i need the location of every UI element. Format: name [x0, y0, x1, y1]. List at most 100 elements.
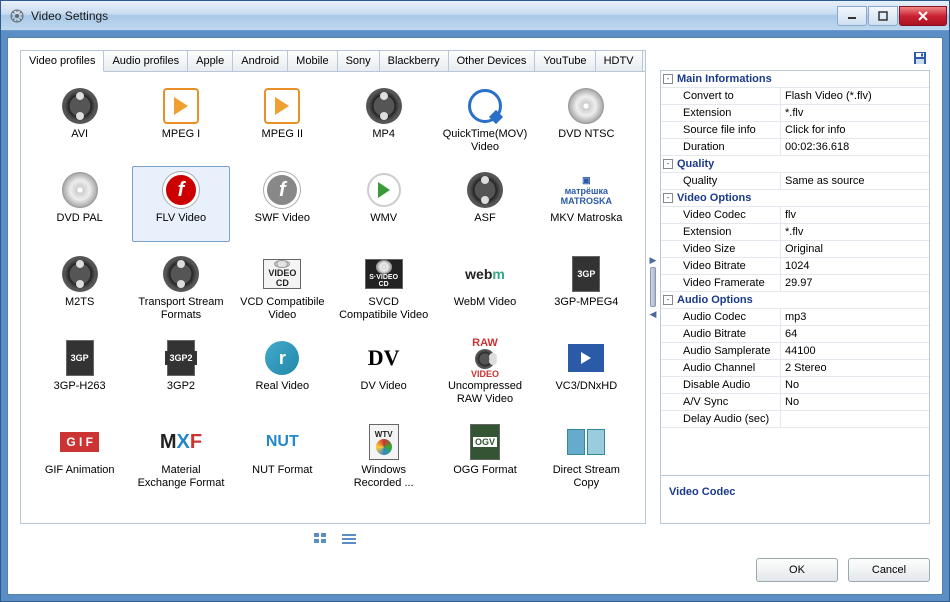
titlebar[interactable]: Video Settings [1, 1, 949, 31]
prop-value[interactable]: Original [781, 241, 929, 257]
format-item-dvd-ntsc[interactable]: DVD NTSC [538, 82, 635, 158]
prop-value[interactable]: flv [781, 207, 929, 223]
collapse-icon[interactable]: - [663, 193, 673, 203]
format-item-avi[interactable]: AVI [31, 82, 128, 158]
format-item-gif-animation[interactable]: G I FGIF Animation [31, 418, 128, 494]
prop-value[interactable]: Click for info [781, 122, 929, 138]
prop-value[interactable]: Same as source [781, 173, 929, 189]
format-item-dvd-pal[interactable]: DVD PAL [31, 166, 128, 242]
prop-value[interactable]: 44100 [781, 343, 929, 359]
property-grid[interactable]: -Main InformationsConvert toFlash Video … [660, 70, 930, 476]
format-item-3gp-mpeg4[interactable]: 3GP3GP-MPEG4 [538, 250, 635, 326]
tab-youtube[interactable]: YouTube [535, 51, 595, 71]
format-item-mp4[interactable]: MP4 [335, 82, 432, 158]
tab-video-profiles[interactable]: Video profiles [21, 51, 104, 72]
prop-row[interactable]: Duration00:02:36.618 [661, 139, 929, 156]
view-icons-button[interactable] [313, 532, 329, 546]
prop-section-main-informations[interactable]: -Main Informations [661, 71, 929, 88]
tab-blackberry[interactable]: Blackberry [380, 51, 449, 71]
format-item-asf[interactable]: ASF [436, 166, 533, 242]
format-item-quicktime-mov-video[interactable]: QuickTime(MOV) Video [436, 82, 533, 158]
prop-row[interactable]: Audio Samplerate44100 [661, 343, 929, 360]
format-item-3gp2[interactable]: 3GP23GP2 [132, 334, 229, 410]
reel-icon [461, 170, 509, 210]
prop-row[interactable]: Extension*.flv [661, 105, 929, 122]
close-button[interactable] [899, 6, 947, 26]
ok-button[interactable]: OK [756, 558, 838, 582]
maximize-button[interactable] [868, 6, 898, 26]
format-item-svcd-compatibile-video[interactable]: S·VIDEO CDSVCD Compatibile Video [335, 250, 432, 326]
collapse-icon[interactable]: - [663, 159, 673, 169]
prop-value[interactable]: 2 Stereo [781, 360, 929, 376]
prop-value[interactable]: Flash Video (*.flv) [781, 88, 929, 104]
prop-row[interactable]: Delay Audio (sec) [661, 411, 929, 428]
prop-row[interactable]: Extension*.flv [661, 224, 929, 241]
format-item-real-video[interactable]: rReal Video [234, 334, 331, 410]
tab-mobile[interactable]: Mobile [288, 51, 337, 71]
format-item-transport-stream-formats[interactable]: Transport Stream Formats [132, 250, 229, 326]
prop-row[interactable]: Video SizeOriginal [661, 241, 929, 258]
tab-sony[interactable]: Sony [338, 51, 380, 71]
prop-section-quality[interactable]: -Quality [661, 156, 929, 173]
tab-apple[interactable]: Apple [188, 51, 233, 71]
format-item-3gp-h263[interactable]: 3GP3GP-H263 [31, 334, 128, 410]
format-item-mkv-matroska[interactable]: ▣матрёшкаMATROSKAMKV Matroska [538, 166, 635, 242]
prop-row[interactable]: Audio Bitrate64 [661, 326, 929, 343]
format-label: SWF Video [255, 212, 310, 238]
prop-row[interactable]: Convert toFlash Video (*.flv) [661, 88, 929, 105]
collapse-icon[interactable]: - [663, 295, 673, 305]
prop-row[interactable]: Source file infoClick for info [661, 122, 929, 139]
format-item-vcd-compatibile-video[interactable]: VIDEO CDVCD Compatibile Video [234, 250, 331, 326]
format-item-mpeg-ii[interactable]: MPEG II [234, 82, 331, 158]
prop-value[interactable]: 1024 [781, 258, 929, 274]
prop-row[interactable]: A/V SyncNo [661, 394, 929, 411]
prop-row[interactable]: Video Bitrate1024 [661, 258, 929, 275]
prop-row[interactable]: Audio Codecmp3 [661, 309, 929, 326]
prop-value[interactable]: No [781, 394, 929, 410]
format-item-direct-stream-copy[interactable]: Direct Stream Copy [538, 418, 635, 494]
prop-value[interactable] [781, 411, 929, 427]
format-item-swf-video[interactable]: fSWF Video [234, 166, 331, 242]
prop-value[interactable]: 00:02:36.618 [781, 139, 929, 155]
prop-key: Audio Codec [661, 309, 781, 325]
format-item-uncompressed-raw-video[interactable]: RAWVIDEOUncompressed RAW Video [436, 334, 533, 410]
prop-section-video-options[interactable]: -Video Options [661, 190, 929, 207]
tab-android[interactable]: Android [233, 51, 288, 71]
prop-value[interactable]: mp3 [781, 309, 929, 325]
format-item-m2ts[interactable]: M2TS [31, 250, 128, 326]
prop-value[interactable]: 64 [781, 326, 929, 342]
prop-row[interactable]: Audio Channel2 Stereo [661, 360, 929, 377]
minimize-button[interactable] [837, 6, 867, 26]
flashgrey-icon: f [258, 170, 306, 210]
prop-row[interactable]: QualitySame as source [661, 173, 929, 190]
format-item-dv-video[interactable]: DVDV Video [335, 334, 432, 410]
tab-other-devices[interactable]: Other Devices [449, 51, 536, 71]
splitter[interactable]: ▶ ◀ [646, 50, 660, 524]
collapse-icon[interactable]: - [663, 74, 673, 84]
tab-hdtv[interactable]: HDTV [596, 51, 643, 71]
format-item-vc3-dnxhd[interactable]: VC3/DNxHD [538, 334, 635, 410]
view-list-button[interactable] [341, 532, 357, 546]
format-item-mpeg-i[interactable]: MPEG I [132, 82, 229, 158]
prop-value[interactable]: *.flv [781, 105, 929, 121]
format-item-nut-format[interactable]: NUTNUT Format [234, 418, 331, 494]
splitter-handle-icon[interactable] [650, 267, 656, 307]
format-item-flv-video[interactable]: fFLV Video [132, 166, 229, 242]
format-item-wmv[interactable]: WMV [335, 166, 432, 242]
prop-row[interactable]: Video Framerate29.97 [661, 275, 929, 292]
format-item-ogg-format[interactable]: OGVOGG Format [436, 418, 533, 494]
tab-audio-profiles[interactable]: Audio profiles [104, 51, 188, 71]
prop-value[interactable]: 29.97 [781, 275, 929, 291]
prop-row[interactable]: Disable AudioNo [661, 377, 929, 394]
reel-icon [360, 86, 408, 126]
prop-value[interactable]: *.flv [781, 224, 929, 240]
prop-row[interactable]: Video Codecflv [661, 207, 929, 224]
format-grid-scroll[interactable]: AVIMPEG IMPEG IIMP4QuickTime(MOV) VideoD… [21, 72, 645, 523]
save-button[interactable] [912, 50, 928, 66]
cancel-button[interactable]: Cancel [848, 558, 930, 582]
prop-value[interactable]: No [781, 377, 929, 393]
format-item-windows-recorded-[interactable]: WTVWindows Recorded ... [335, 418, 432, 494]
format-item-material-exchange-format[interactable]: MXFMaterial Exchange Format [132, 418, 229, 494]
prop-section-audio-options[interactable]: -Audio Options [661, 292, 929, 309]
format-item-webm-video[interactable]: webmWebM Video [436, 250, 533, 326]
